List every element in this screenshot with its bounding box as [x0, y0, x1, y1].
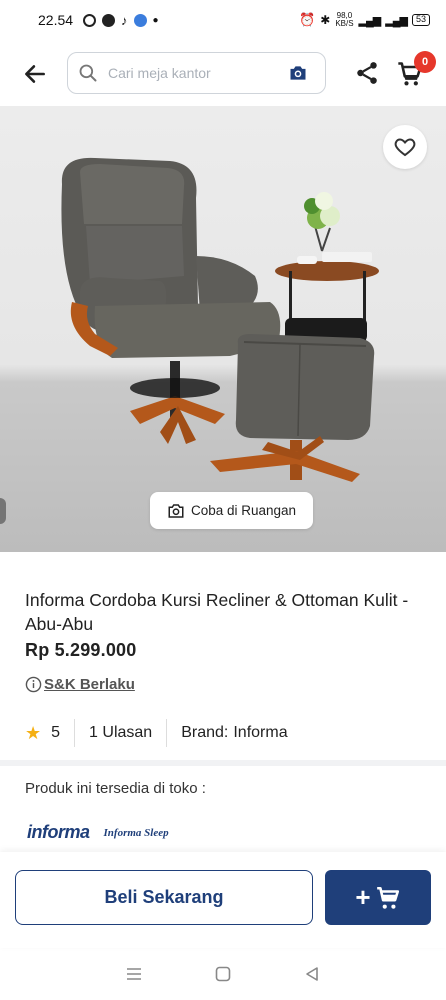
buy-now-button[interactable]: Beli Sekarang [15, 870, 313, 925]
brand-label: Brand: [181, 724, 229, 741]
tiktok-icon: ♪ [121, 12, 128, 28]
informa-sleep-logo[interactable]: Informa Sleep [104, 827, 169, 839]
facebook-icon [102, 13, 116, 27]
meta-divider [166, 719, 168, 747]
search-icon [79, 64, 97, 82]
camera-outline-icon [168, 503, 184, 518]
camera-search-button[interactable] [287, 62, 309, 84]
plus-symbol: + [355, 882, 371, 912]
product-image[interactable] [0, 106, 446, 552]
recliner-chair-image [61, 157, 379, 482]
menu-nav-button[interactable] [122, 962, 146, 986]
availability-label: Produk ini tersedia di toko : [25, 780, 206, 797]
app-header: Cari meja kantor [0, 46, 446, 102]
net-speed: 98,0 KB/S [335, 12, 353, 28]
signal-icon-2: ▂▄▆ [385, 14, 408, 27]
wishlist-button[interactable] [383, 125, 427, 169]
cart-icon [376, 886, 399, 909]
informa-logo[interactable]: informa [27, 822, 90, 843]
brand-value[interactable]: Informa [233, 724, 287, 742]
share-button[interactable] [352, 58, 382, 88]
section-divider [0, 760, 446, 766]
messenger-icon [133, 13, 147, 27]
cart-count-badge: 0 [414, 51, 436, 73]
product-price: Rp 5.299.000 [25, 640, 137, 660]
home-square-icon [215, 966, 231, 982]
heart-icon [394, 138, 416, 157]
search-input[interactable]: Cari meja kantor [67, 52, 326, 94]
info-icon [25, 676, 42, 693]
notification-icons: ♪ ● [83, 13, 159, 28]
battery-indicator: 53 [411, 14, 430, 26]
share-icon [357, 62, 377, 84]
product-meta: ★ 5 1 Ulasan Brand: Informa [25, 719, 288, 747]
status-bar: 22.54 ♪ ● ⏰ ✱ 98,0 KB/S ▂▄▆ ▂▄▆ 53 [0, 0, 446, 40]
more-dot-icon: ● [152, 14, 159, 26]
whatsapp-icon [83, 13, 97, 27]
try-in-room-button[interactable]: Coba di Ruangan [150, 492, 313, 529]
back-nav-button[interactable] [300, 962, 324, 986]
try-in-room-label: Coba di Ruangan [190, 503, 297, 518]
arrow-left-icon [25, 65, 45, 83]
signal-icon: ▂▄▆ [358, 14, 382, 27]
rating-value: 5 [51, 724, 61, 741]
status-time: 22.54 [38, 12, 74, 28]
terms-link[interactable]: S&K Berlaku [25, 676, 135, 693]
alarm-icon: ⏰ [299, 12, 316, 27]
home-nav-button[interactable] [211, 962, 235, 986]
star-icon: ★ [25, 722, 42, 743]
back-triangle-icon [305, 967, 318, 981]
search-placeholder: Cari meja kantor [108, 65, 211, 81]
reviews-link[interactable]: 1 Ulasan [89, 724, 152, 742]
menu-icon [127, 968, 142, 980]
bluetooth-icon: ✱ [320, 13, 331, 27]
add-to-cart-button[interactable]: + [325, 870, 431, 925]
camera-icon [290, 66, 306, 80]
meta-divider [74, 719, 76, 747]
system-icons: ⏰ ✱ 98,0 KB/S ▂▄▆ ▂▄▆ 53 [299, 12, 430, 28]
net-speed-unit: KB/S [335, 19, 354, 28]
bottom-action-bar: Beli Sekarang + [0, 852, 446, 948]
carousel-edge-indicator [0, 498, 6, 524]
back-button[interactable] [20, 59, 50, 89]
system-navigation-bar [0, 948, 446, 1000]
store-logos: informa Informa Sleep [27, 822, 169, 843]
product-title: Informa Cordoba Kursi Recliner & Ottoman… [25, 590, 409, 634]
terms-label: S&K Berlaku [44, 676, 135, 693]
